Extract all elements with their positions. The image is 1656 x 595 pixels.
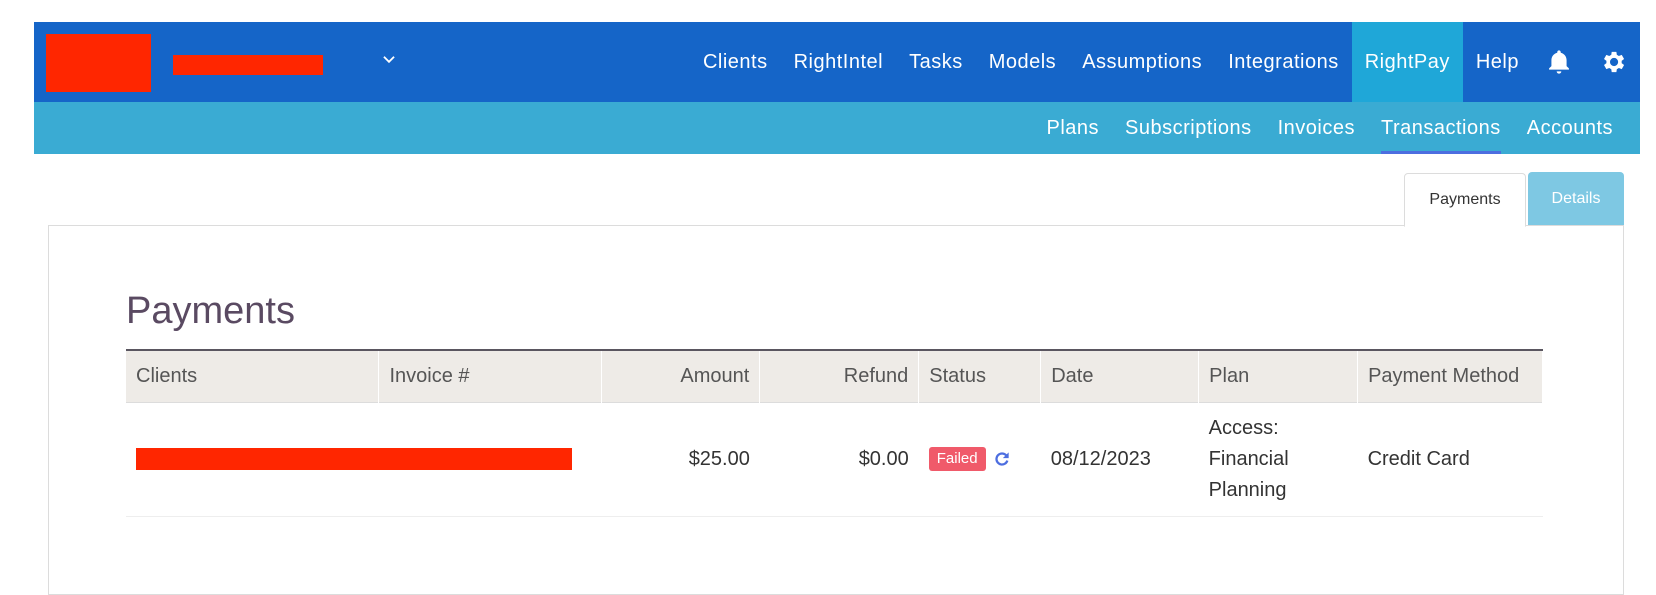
client-name-redacted[interactable]	[136, 448, 572, 471]
nav-help[interactable]: Help	[1463, 22, 1532, 102]
nav-rightpay[interactable]: RightPay	[1351, 22, 1463, 102]
nav-integrations[interactable]: Integrations	[1215, 22, 1352, 102]
nav-clients[interactable]: Clients	[690, 22, 781, 102]
table-header-row: Clients Invoice # Amount Refund Status D…	[126, 350, 1543, 402]
sub-navbar: Plans Subscriptions Invoices Transaction…	[34, 102, 1640, 154]
refund-cell: $0.00	[858, 447, 909, 470]
nav-models[interactable]: Models	[976, 22, 1069, 102]
column-header-invoice[interactable]: Invoice #	[378, 350, 603, 402]
tab-payments[interactable]: Payments	[1404, 173, 1526, 227]
sub-nav: Plans Subscriptions Invoices Transaction…	[1034, 102, 1626, 154]
column-header-date[interactable]: Date	[1040, 350, 1200, 402]
org-name-redacted[interactable]	[173, 55, 323, 75]
plan-cell: Access: Financial Planning	[1199, 402, 1358, 516]
nav-rightintel[interactable]: RightIntel	[781, 22, 897, 102]
main-nav: Clients RightIntel Tasks Models Assumpti…	[690, 22, 1640, 102]
subnav-invoices[interactable]: Invoices	[1265, 102, 1368, 154]
tab-details[interactable]: Details	[1528, 172, 1624, 226]
plan-line: Financial	[1208, 447, 1289, 470]
subnav-plans[interactable]: Plans	[1034, 102, 1113, 154]
subnav-transactions[interactable]: Transactions	[1368, 102, 1514, 154]
plan-line: Planning	[1208, 478, 1287, 501]
retry-icon[interactable]	[992, 449, 1012, 469]
page-title: Payments	[126, 290, 295, 332]
chevron-down-icon[interactable]	[380, 50, 398, 68]
client-cell[interactable]	[126, 402, 602, 516]
payments-table: Clients Invoice # Amount Refund Status D…	[126, 349, 1543, 517]
subnav-subscriptions[interactable]: Subscriptions	[1112, 102, 1265, 154]
status-badge: Failed	[928, 447, 986, 471]
column-header-status[interactable]: Status	[918, 350, 1042, 402]
date-cell: 08/12/2023	[1050, 447, 1151, 470]
column-header-amount[interactable]: Amount	[601, 350, 761, 402]
view-tabs: Payments Details	[1404, 171, 1624, 227]
logo-redacted[interactable]	[46, 34, 151, 92]
payment-method-cell: Credit Card	[1367, 447, 1470, 470]
column-header-refund[interactable]: Refund	[759, 350, 920, 402]
top-navbar: Clients RightIntel Tasks Models Assumpti…	[34, 22, 1640, 102]
column-header-clients[interactable]: Clients	[126, 350, 380, 402]
column-header-payment-method[interactable]: Payment Method	[1357, 350, 1543, 402]
table-row[interactable]: $25.00 $0.00 Failed 08/12/2023 Access: F…	[126, 402, 1543, 516]
bell-icon[interactable]	[1532, 22, 1586, 102]
gear-icon[interactable]	[1586, 22, 1640, 102]
column-header-plan[interactable]: Plan	[1198, 350, 1359, 402]
nav-assumptions[interactable]: Assumptions	[1069, 22, 1215, 102]
status-cell: Failed	[919, 402, 1041, 516]
amount-cell: $25.00	[688, 447, 750, 470]
subnav-accounts[interactable]: Accounts	[1514, 102, 1626, 154]
nav-tasks[interactable]: Tasks	[896, 22, 976, 102]
plan-line: Access:	[1208, 416, 1279, 439]
